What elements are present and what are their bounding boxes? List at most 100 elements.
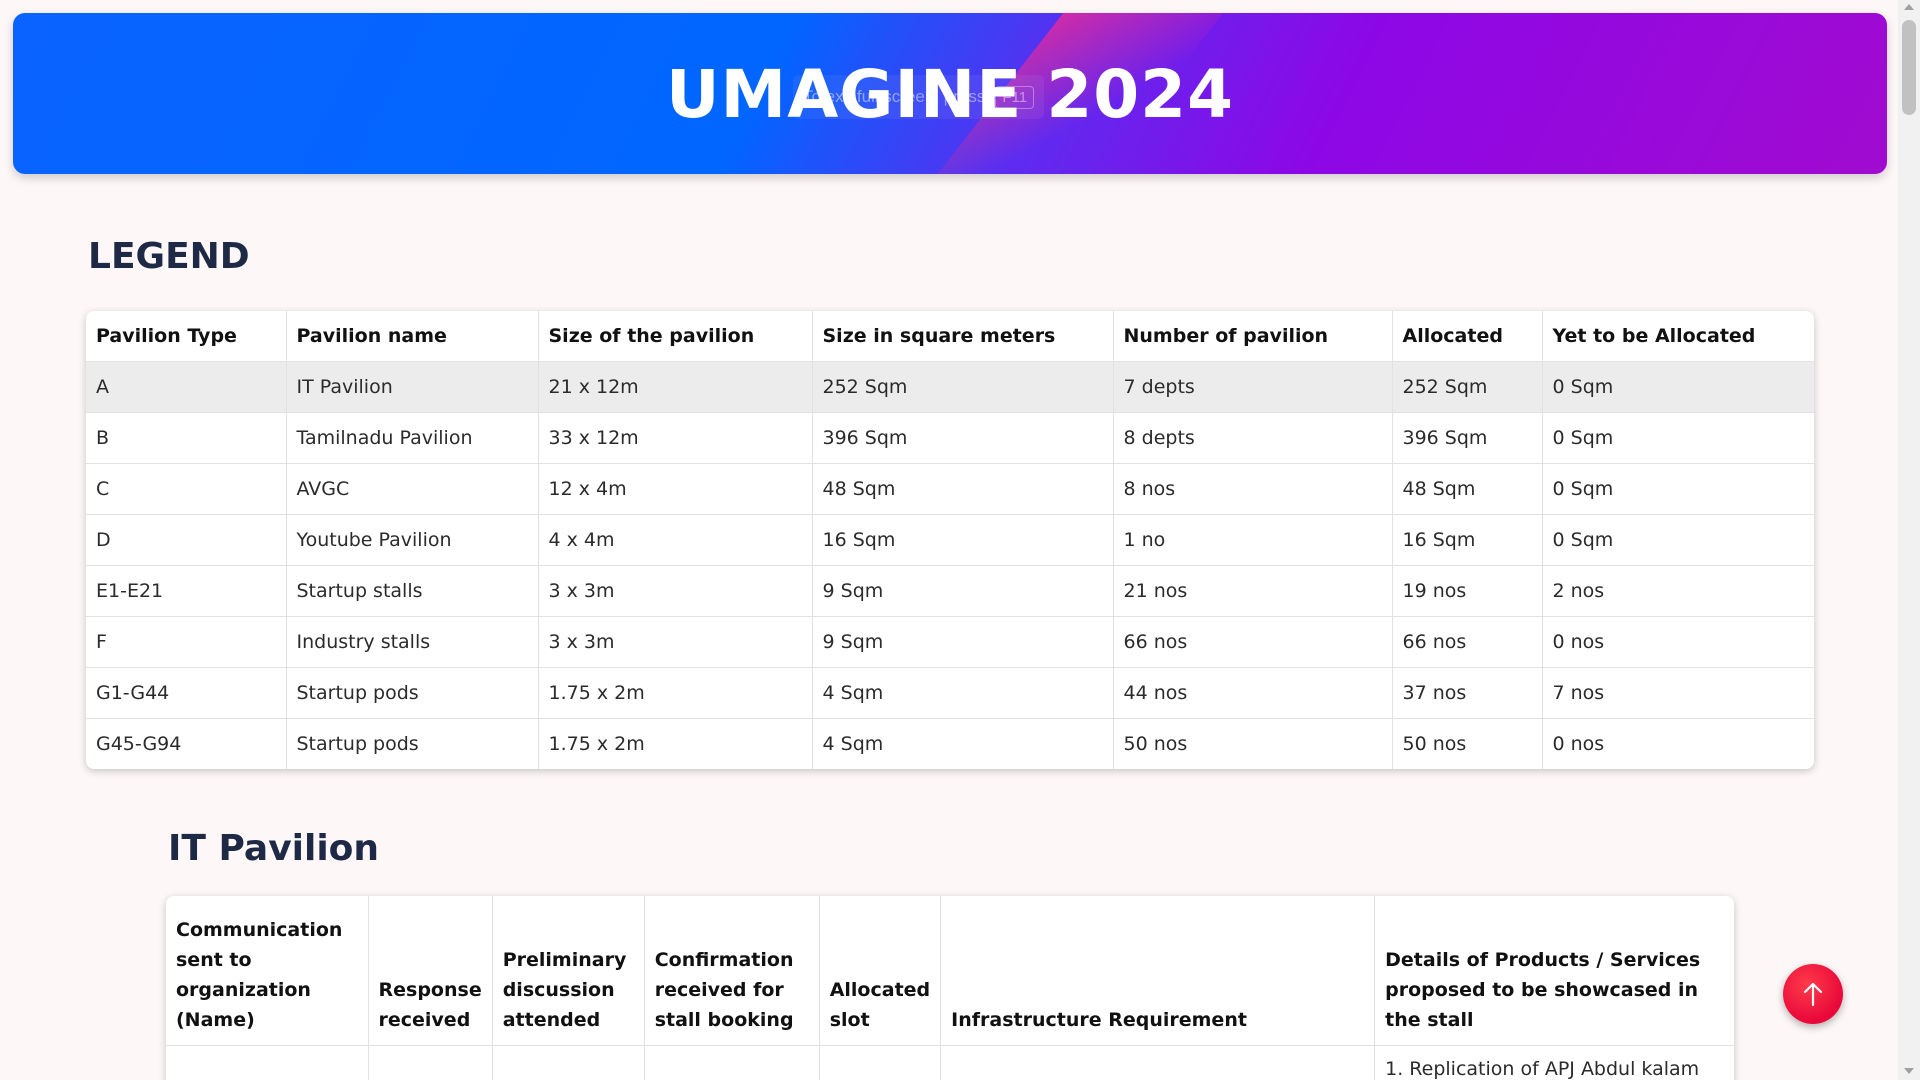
table-cell: 2 nos	[1542, 565, 1814, 617]
table-cell	[644, 1045, 820, 1080]
it-pavilion-heading: IT Pavilion	[168, 828, 380, 869]
table-cell: E1-E21	[86, 565, 287, 617]
table-cell	[492, 1045, 645, 1080]
it-pavilion-column-header: Confirmation received for stall booking	[644, 896, 820, 1046]
table-cell: Startup pods	[286, 667, 539, 719]
table-cell: 21 x 12m	[538, 361, 813, 413]
table-cell: 4 Sqm	[812, 718, 1114, 769]
legend-column-header: Size in square meters	[812, 311, 1114, 362]
it-pavilion-column-header: Response received	[368, 896, 493, 1046]
table-cell: 1 no	[1113, 514, 1393, 566]
table-cell	[166, 1045, 369, 1080]
table-cell: G1-G44	[86, 667, 287, 719]
table-cell: D	[86, 514, 287, 566]
table-cell: 0 Sqm	[1542, 514, 1814, 566]
table-cell: B	[86, 412, 287, 464]
table-row: G1-G44 Startup pods 1.75 x 2m 4 Sqm 44 nos 37…	[86, 667, 1814, 719]
table-cell: C	[86, 463, 287, 515]
it-pavilion-column-header: Allocated slot	[819, 896, 942, 1046]
table-cell: 37 nos	[1392, 667, 1543, 719]
table-cell: 44 nos	[1113, 667, 1393, 719]
it-pavilion-column-header: Details of Products / Services proposed …	[1374, 896, 1734, 1046]
scroll-up-arrow-icon[interactable]	[1904, 4, 1914, 10]
legend-table: Pavilion Type Pavilion name Size of the pa…	[86, 311, 1814, 769]
it-pavilion-column-header: Preliminary discussion attended	[492, 896, 645, 1046]
table-row: B Tamilnadu Pavilion 33 x 12m 396 Sqm 8 dept…	[86, 412, 1814, 464]
table-cell: 1. Replication of APJ Abdul kalam Voice	[1374, 1045, 1734, 1080]
table-row: D Youtube Pavilion 4 x 4m 16 Sqm 1 no 16 Sqm 0…	[86, 514, 1814, 566]
table-cell: 4 x 4m	[538, 514, 813, 566]
table-cell	[940, 1045, 1376, 1080]
table-cell: 0 nos	[1542, 718, 1814, 769]
legend-heading: LEGEND	[88, 236, 250, 277]
table-cell: 396 Sqm	[1392, 412, 1543, 464]
vertical-scrollbar[interactable]	[1898, 0, 1920, 1080]
table-cell: G45-G94	[86, 718, 287, 769]
table-cell: 16 Sqm	[812, 514, 1114, 566]
table-cell: 1.75 x 2m	[538, 667, 813, 719]
legend-column-header: Number of pavilion	[1113, 311, 1393, 362]
arrow-up-icon	[1803, 982, 1823, 1007]
table-cell: 0 Sqm	[1542, 361, 1814, 413]
table-cell: 252 Sqm	[1392, 361, 1543, 413]
table-cell: 48 Sqm	[812, 463, 1114, 515]
table-cell: 0 nos	[1542, 616, 1814, 668]
table-cell: 4 Sqm	[812, 667, 1114, 719]
table-row: G45-G94 Startup pods 1.75 x 2m 4 Sqm 50 nos 5…	[86, 718, 1814, 769]
fullscreen-hint-text: To exit full screen, press	[803, 87, 986, 106]
table-cell: 7 nos	[1542, 667, 1814, 719]
table-cell: 50 nos	[1113, 718, 1393, 769]
it-pavilion-column-header: Communication sent to organization (Name…	[166, 896, 369, 1046]
table-cell: 21 nos	[1113, 565, 1393, 617]
table-cell: 1.75 x 2m	[538, 718, 813, 769]
table-cell: 252 Sqm	[812, 361, 1114, 413]
page: UMAGINE 2024 To exit full screen, press …	[0, 0, 1920, 1080]
legend-column-header: Pavilion name	[286, 311, 539, 362]
table-cell: 66 nos	[1392, 616, 1543, 668]
legend-table-body: A IT Pavilion 21 x 12m 252 Sqm 7 depts 252 Sq…	[86, 361, 1814, 769]
scroll-to-top-button[interactable]	[1783, 964, 1843, 1024]
scrollbar-thumb[interactable]	[1902, 20, 1916, 115]
table-cell	[819, 1045, 942, 1080]
table-cell: Startup pods	[286, 718, 539, 769]
header-banner: UMAGINE 2024 To exit full screen, press …	[13, 13, 1887, 174]
it-pavilion-table-body: 1. Replication of APJ Abdul kalam Voice	[166, 1045, 1734, 1080]
table-cell: 7 depts	[1113, 361, 1393, 413]
legend-column-header: Size of the pavilion	[538, 311, 813, 362]
it-pavilion-table: Communication sent to organization (Name…	[166, 896, 1734, 1080]
table-cell: AVGC	[286, 463, 539, 515]
table-cell: Tamilnadu Pavilion	[286, 412, 539, 464]
legend-column-header: Pavilion Type	[86, 311, 287, 362]
table-cell: 48 Sqm	[1392, 463, 1543, 515]
legend-header-row: Pavilion Type Pavilion name Size of the pa…	[86, 311, 1814, 362]
table-cell: Startup stalls	[286, 565, 539, 617]
table-cell: 3 x 3m	[538, 565, 813, 617]
it-pavilion-column-header: Infrastructure Requirement	[940, 896, 1376, 1046]
table-cell: 8 depts	[1113, 412, 1393, 464]
table-cell: 0 Sqm	[1542, 412, 1814, 464]
table-cell: 396 Sqm	[812, 412, 1114, 464]
table-cell: 0 Sqm	[1542, 463, 1814, 515]
table-row: E1-E21 Startup stalls 3 x 3m 9 Sqm 21 nos 19 …	[86, 565, 1814, 617]
table-row: F Industry stalls 3 x 3m 9 Sqm 66 nos 66 nos 0…	[86, 616, 1814, 668]
table-row: A IT Pavilion 21 x 12m 252 Sqm 7 depts 252 Sq…	[86, 361, 1814, 413]
legend-column-header: Yet to be Allocated	[1542, 311, 1814, 362]
table-cell: IT Pavilion	[286, 361, 539, 413]
table-cell: 16 Sqm	[1392, 514, 1543, 566]
table-cell: F	[86, 616, 287, 668]
table-cell: A	[86, 361, 287, 413]
table-cell: 9 Sqm	[812, 565, 1114, 617]
scroll-down-arrow-icon[interactable]	[1904, 1068, 1914, 1074]
table-cell: Youtube Pavilion	[286, 514, 539, 566]
table-cell: Industry stalls	[286, 616, 539, 668]
table-cell: 9 Sqm	[812, 616, 1114, 668]
table-cell: 12 x 4m	[538, 463, 813, 515]
table-cell: 66 nos	[1113, 616, 1393, 668]
table-cell: 33 x 12m	[538, 412, 813, 464]
table-cell: 50 nos	[1392, 718, 1543, 769]
table-cell: 3 x 3m	[538, 616, 813, 668]
table-cell: 8 nos	[1113, 463, 1393, 515]
fullscreen-key: F11	[995, 85, 1035, 109]
table-row: C AVGC 12 x 4m 48 Sqm 8 nos 48 Sqm 0 Sqm	[86, 463, 1814, 515]
fullscreen-hint: To exit full screen, press F11	[793, 75, 1045, 119]
